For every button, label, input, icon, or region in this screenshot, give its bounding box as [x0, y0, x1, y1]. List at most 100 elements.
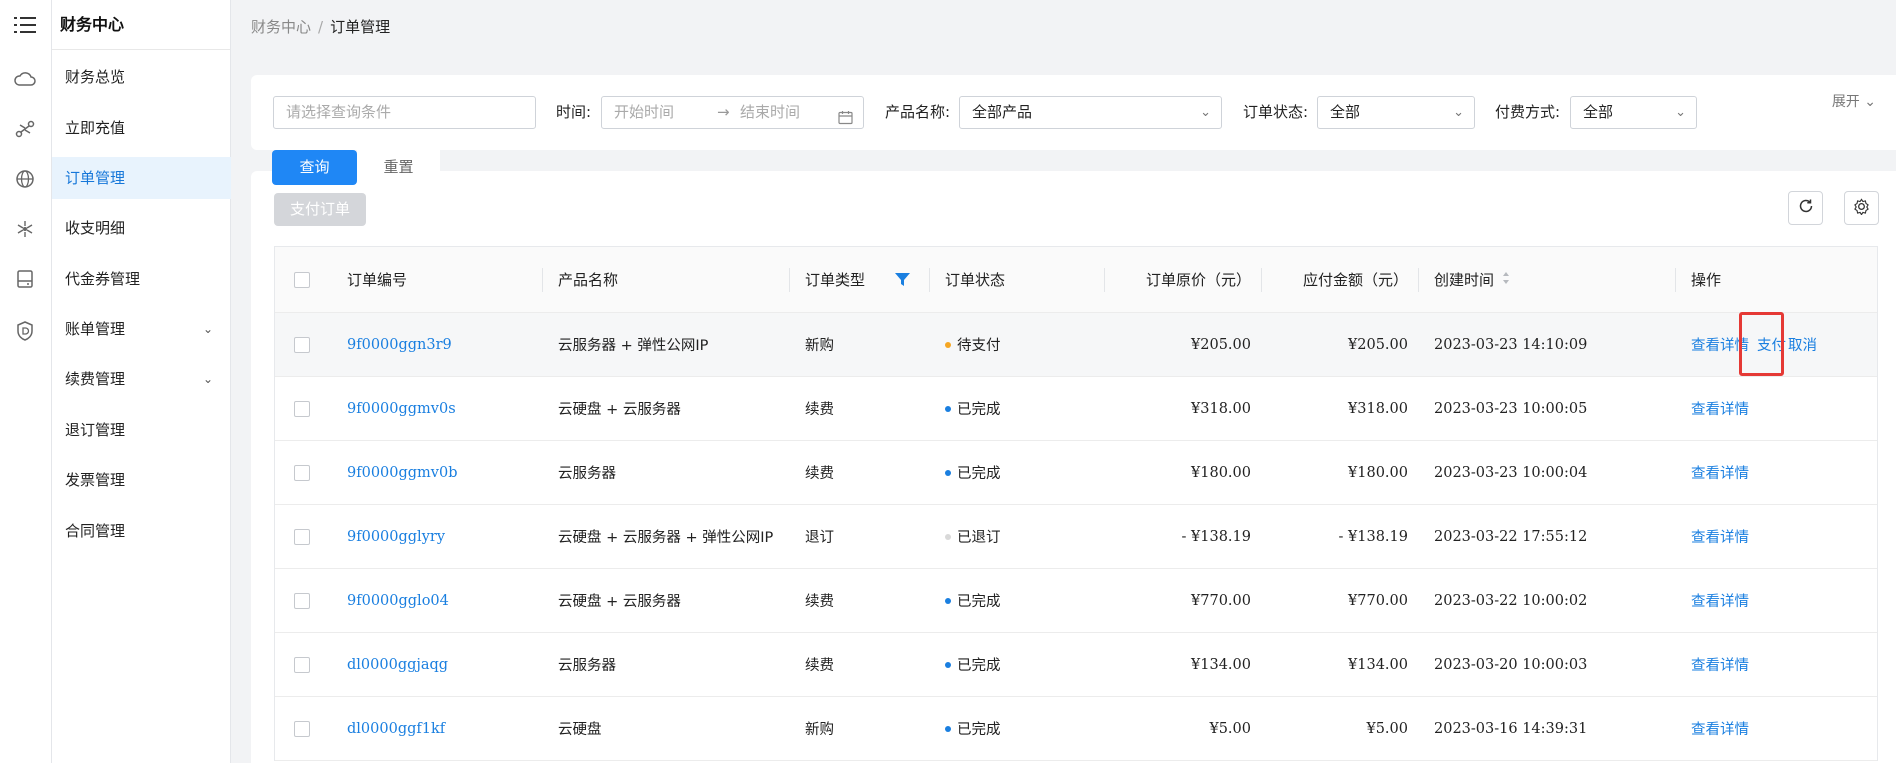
view-detail-link[interactable]: 查看详情 — [1691, 654, 1749, 675]
row-checkbox[interactable] — [294, 441, 310, 504]
row-checkbox[interactable] — [294, 505, 310, 568]
table-header-row: 订单编号 产品名称 订单类型 订单状态 订单原价（元） 应付金额（元） 创建时间… — [275, 247, 1877, 313]
order-status: 已完成 — [945, 441, 1001, 504]
expand-label: 展开 — [1831, 94, 1860, 110]
breadcrumb-current: 订单管理 — [330, 18, 391, 36]
col-type: 订单类型 — [805, 271, 866, 289]
menu-item-label: 合同管理 — [65, 522, 126, 540]
cluster-icon[interactable] — [13, 217, 37, 241]
row-checkbox[interactable] — [294, 633, 310, 696]
view-detail-link[interactable]: 查看详情 — [1691, 462, 1749, 483]
product-name: 云服务器 + 弹性公网IP — [558, 338, 709, 354]
col-original-price: 订单原价（元） — [1145, 271, 1251, 289]
side-menu: 财务中心 财务总览 立即充值 订单管理 收支明细 代金券管理 账单管理 ⌄ 续费管… — [52, 0, 231, 763]
filter-icon[interactable] — [895, 247, 910, 312]
status-dot — [945, 469, 951, 476]
time-label: 时间: — [556, 103, 592, 121]
menu-item-renewals[interactable]: 续费管理 ⌄ — [52, 358, 231, 400]
product-name: 云硬盘 + 云服务器 — [558, 402, 681, 418]
order-no-link[interactable]: dl0000ggf1kf — [347, 697, 445, 760]
pay-link[interactable]: 支付 — [1757, 334, 1786, 355]
table-row: 9f0000ggmv0s 云硬盘 + 云服务器 续费 已完成 ¥318.00 ¥318.0… — [275, 377, 1877, 441]
view-detail-link[interactable]: 查看详情 — [1691, 398, 1749, 419]
menu-item-label: 财务总览 — [65, 68, 126, 86]
payable-amount: ¥318.00 — [1348, 400, 1408, 417]
menu-item-label: 续费管理 — [65, 370, 126, 388]
order-no-link[interactable]: 9f0000gglyry — [347, 505, 445, 568]
order-type: 续费 — [805, 402, 834, 418]
menu-item-contracts[interactable]: 合同管理 — [52, 510, 231, 552]
pay-orders-button[interactable]: 支付订单 — [274, 193, 366, 226]
payable-amount: ¥205.00 — [1348, 336, 1408, 353]
order-type: 续费 — [805, 658, 834, 674]
col-created[interactable]: 创建时间 — [1434, 247, 1510, 312]
cancel-link[interactable]: 取消 — [1788, 334, 1817, 355]
created-time: 2023-03-23 10:00:04 — [1434, 464, 1588, 481]
storage-icon[interactable] — [13, 267, 37, 291]
query-button[interactable]: 查询 — [272, 150, 357, 185]
payable-amount: ¥134.00 — [1348, 656, 1408, 673]
row-checkbox[interactable] — [294, 313, 310, 376]
menu-item-label: 订单管理 — [65, 169, 126, 187]
menu-item-recharge[interactable]: 立即充值 — [52, 107, 231, 149]
order-status: 已完成 — [945, 697, 1001, 760]
query-condition-input[interactable]: 请选择查询条件 — [273, 96, 536, 129]
order-no-link[interactable]: 9f0000gglo04 — [347, 569, 449, 632]
chevron-down-icon: ⌄ — [1453, 105, 1464, 120]
menu-item-unsubscribe[interactable]: 退订管理 — [52, 409, 231, 451]
created-time: 2023-03-22 10:00:02 — [1434, 592, 1588, 609]
view-detail-link[interactable]: 查看详情 — [1691, 334, 1749, 355]
order-no-link[interactable]: 9f0000ggmv0s — [347, 377, 456, 440]
pay-method-select[interactable]: 全部 ⌄ — [1570, 96, 1697, 129]
view-detail-link[interactable]: 查看详情 — [1691, 526, 1749, 547]
menu-toggle-icon[interactable] — [13, 13, 37, 37]
product-label: 产品名称: — [885, 103, 951, 121]
menu-item-orders[interactable]: 订单管理 — [52, 157, 231, 199]
cloud-icon[interactable] — [13, 67, 37, 91]
pay-method-select-value: 全部 — [1583, 103, 1614, 121]
row-checkbox[interactable] — [294, 377, 310, 440]
menu-item-bills[interactable]: 账单管理 ⌄ — [52, 308, 231, 350]
view-detail-link[interactable]: 查看详情 — [1691, 590, 1749, 611]
shield-icon[interactable] — [13, 319, 37, 343]
product-select[interactable]: 全部产品 ⌄ — [959, 96, 1222, 129]
chevron-down-icon: ⌄ — [1864, 94, 1876, 110]
menu-item-overview[interactable]: 财务总览 — [52, 56, 231, 98]
sort-icon[interactable] — [1502, 271, 1510, 289]
order-no-link[interactable]: 9f0000ggn3r9 — [347, 313, 452, 376]
time-range-picker[interactable]: 开始时间 → 结束时间 — [601, 96, 864, 129]
refresh-button[interactable] — [1788, 191, 1823, 225]
row-actions: 查看详情 支付 取消 — [1691, 313, 1871, 376]
status-label: 订单状态: — [1243, 103, 1309, 121]
filter-panel: 请选择查询条件 时间: 开始时间 → 结束时间 产品名称: 全部产品 ⌄ 订单状… — [251, 75, 1896, 150]
expand-toggle[interactable]: 展开 ⌄ — [1832, 91, 1876, 111]
globe-icon[interactable] — [13, 167, 37, 191]
menu-item-vouchers[interactable]: 代金券管理 — [52, 258, 231, 300]
order-status: 已退订 — [945, 505, 1001, 568]
created-time: 2023-03-22 17:55:12 — [1434, 528, 1588, 545]
status-select[interactable]: 全部 ⌄ — [1317, 96, 1475, 129]
order-status: 已完成 — [945, 569, 1001, 632]
order-no-link[interactable]: dl0000ggjaqg — [347, 633, 448, 696]
breadcrumb-root[interactable]: 财务中心 — [251, 18, 311, 36]
menu-item-invoices[interactable]: 发票管理 — [52, 459, 231, 501]
col-order-no: 订单编号 — [347, 271, 408, 289]
select-all-checkbox[interactable] — [294, 247, 310, 312]
view-detail-link[interactable]: 查看详情 — [1691, 718, 1749, 739]
menu-item-transactions[interactable]: 收支明细 — [52, 207, 231, 249]
status-dot — [945, 533, 951, 540]
reset-button[interactable]: 重置 — [357, 150, 440, 185]
chevron-down-icon: ⌄ — [202, 322, 213, 336]
row-checkbox[interactable] — [294, 569, 310, 632]
order-type: 续费 — [805, 594, 834, 610]
order-no-link[interactable]: 9f0000ggmv0b — [347, 441, 458, 504]
settings-button[interactable] — [1844, 191, 1879, 225]
table-row: 9f0000ggn3r9 云服务器 + 弹性公网IP 新购 待支付 ¥205.00 ¥20… — [275, 313, 1877, 377]
menu-item-label: 退订管理 — [65, 421, 126, 439]
order-status: 待支付 — [945, 313, 1001, 376]
order-status-label: 已完成 — [957, 658, 1001, 674]
network-icon[interactable] — [13, 117, 37, 141]
payable-amount: ¥770.00 — [1348, 592, 1408, 609]
row-checkbox[interactable] — [294, 697, 310, 760]
product-name: 云服务器 — [558, 658, 616, 674]
